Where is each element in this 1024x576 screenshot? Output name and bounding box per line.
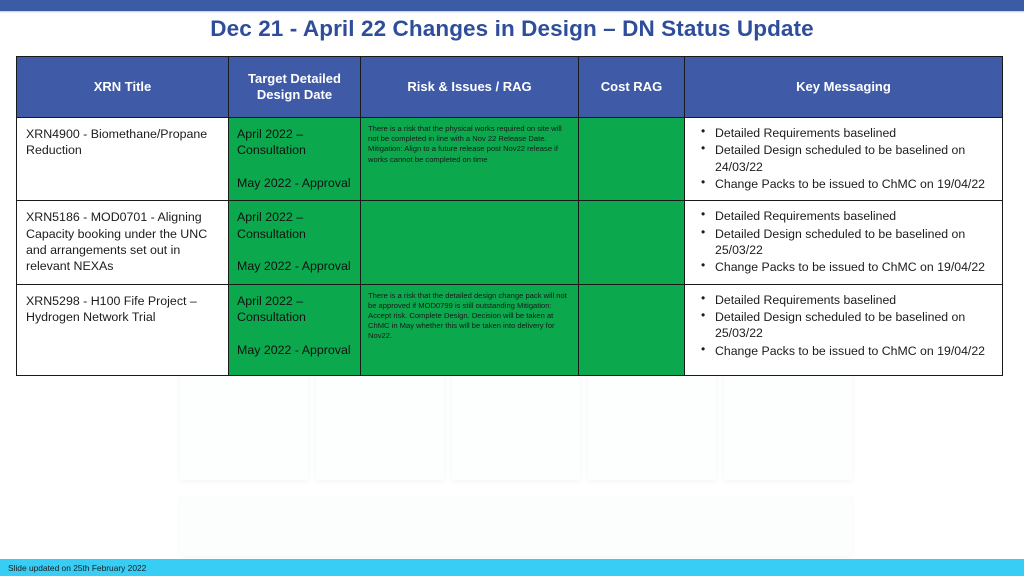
table-header-row: XRN Title Target Detailed Design Date Ri…	[16, 56, 1003, 118]
table-row: XRN5298 - H100 Fife Project – Hydrogen N…	[16, 283, 1003, 376]
table-row: XRN4900 - Biomethane/Propane Reduction A…	[16, 116, 1003, 202]
slide-top-band-shadow	[0, 11, 1024, 13]
residual-placeholder-bar	[180, 496, 852, 556]
dn-status-table: XRN Title Target Detailed Design Date Ri…	[16, 56, 1003, 376]
slide-top-band	[0, 0, 1024, 11]
target-date-spacer	[237, 159, 352, 175]
cell-xrn-title: XRN5186 - MOD0701 - Aligning Capacity bo…	[16, 200, 229, 285]
column-header-xrn-title: XRN Title	[16, 56, 229, 118]
list-item: Detailed Design scheduled to be baseline…	[701, 225, 996, 259]
page-title: Dec 21 - April 22 Changes in Design – DN…	[210, 16, 814, 41]
column-header-target-date: Target Detailed Design Date	[228, 56, 361, 118]
cell-cost-rag	[578, 116, 685, 202]
cell-xrn-title: XRN4900 - Biomethane/Propane Reduction	[16, 116, 229, 202]
cell-key-messaging: Detailed Requirements baselined Detailed…	[684, 200, 1003, 285]
target-date-consultation: April 2022 – Consultation	[237, 293, 306, 325]
list-item: Detailed Requirements baselined	[701, 291, 996, 308]
cell-target-design-date: April 2022 – Consultation May 2022 - App…	[228, 116, 361, 202]
list-item: Change Packs to be issued to ChMC on 19/…	[701, 175, 996, 192]
key-messaging-list: Detailed Requirements baselined Detailed…	[689, 124, 996, 192]
cell-cost-rag	[578, 283, 685, 376]
cell-key-messaging: Detailed Requirements baselined Detailed…	[684, 116, 1003, 202]
cell-xrn-title: XRN5298 - H100 Fife Project – Hydrogen N…	[16, 283, 229, 376]
list-item: Detailed Design scheduled to be baseline…	[701, 141, 996, 175]
list-item: Detailed Requirements baselined	[701, 124, 996, 141]
list-item: Change Packs to be issued to ChMC on 19/…	[701, 342, 996, 359]
slide-updated-text: Slide updated on 25th February 2022	[8, 563, 147, 573]
table-row: XRN5186 - MOD0701 - Aligning Capacity bo…	[16, 200, 1003, 285]
key-messaging-list: Detailed Requirements baselined Detailed…	[689, 291, 996, 359]
residual-placeholder-card	[588, 368, 716, 480]
target-date-spacer	[237, 326, 352, 342]
list-item: Detailed Requirements baselined	[701, 207, 996, 224]
slide-footer-band	[0, 559, 1024, 576]
column-header-risk-issues-rag: Risk & Issues / RAG	[360, 56, 579, 118]
cell-risk-issues-rag: There is a risk that the physical works …	[360, 116, 579, 202]
cell-target-design-date: April 2022 – Consultation May 2022 - App…	[228, 200, 361, 285]
target-date-consultation: April 2022 – Consultation	[237, 127, 306, 158]
target-date-spacer	[237, 242, 352, 258]
residual-placeholder-card	[724, 368, 852, 480]
list-item: Change Packs to be issued to ChMC on 19/…	[701, 258, 996, 275]
column-header-cost-rag: Cost RAG	[578, 56, 685, 118]
target-date-consultation: April 2022 – Consultation	[237, 210, 306, 241]
residual-placeholder-card	[316, 368, 444, 480]
cell-risk-issues-rag: There is a risk that the detailed design…	[360, 283, 579, 376]
target-date-approval: May 2022 - Approval	[237, 259, 351, 274]
list-item: Detailed Design scheduled to be baseline…	[701, 308, 996, 342]
residual-placeholder-card	[452, 368, 580, 480]
key-messaging-list: Detailed Requirements baselined Detailed…	[689, 207, 996, 275]
cell-risk-issues-rag	[360, 200, 579, 285]
residual-placeholder-card	[180, 368, 308, 480]
column-header-key-messaging: Key Messaging	[684, 56, 1003, 118]
cell-cost-rag	[578, 200, 685, 285]
target-date-approval: May 2022 - Approval	[237, 175, 351, 190]
target-date-approval: May 2022 - Approval	[237, 342, 351, 357]
cell-target-design-date: April 2022 – Consultation May 2022 - App…	[228, 283, 361, 376]
cell-key-messaging: Detailed Requirements baselined Detailed…	[684, 283, 1003, 376]
